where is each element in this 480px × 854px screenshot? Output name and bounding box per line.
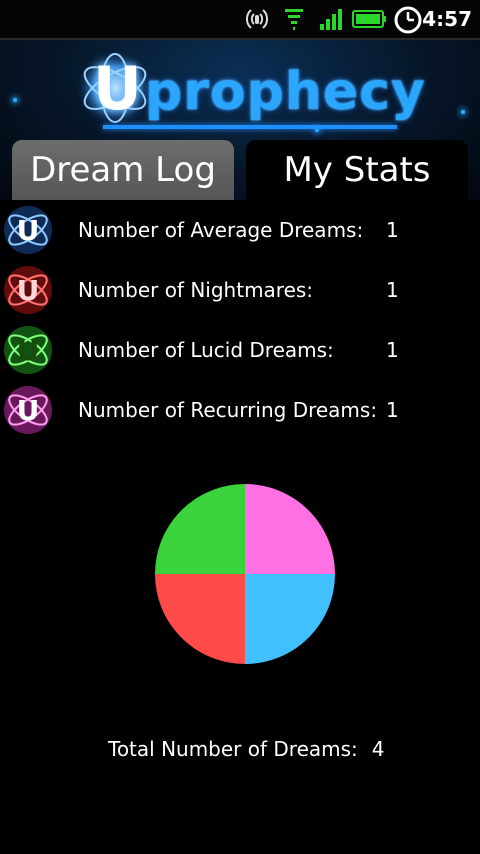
stat-value: 1 <box>386 398 399 422</box>
svg-text:U: U <box>17 334 40 367</box>
tab-label: My Stats <box>283 150 431 190</box>
stat-label: Number of Recurring Dreams: <box>78 398 378 422</box>
stat-label: Number of Nightmares: <box>78 278 314 302</box>
status-bar: 4:57 <box>0 0 480 40</box>
stat-row-average: U Number of Average Dreams: 1 <box>0 200 480 260</box>
battery-icon <box>352 10 386 28</box>
pie-slice-2 <box>245 574 335 664</box>
lucid-dream-icon: U <box>4 326 52 374</box>
total-label: Total Number of Dreams: <box>108 737 358 761</box>
sparkle-dot <box>461 110 465 114</box>
pie-slice-1 <box>245 484 335 574</box>
stat-value: 1 <box>386 338 399 362</box>
sparkle-dot <box>13 98 17 102</box>
pie-slice-3 <box>155 574 245 664</box>
average-dream-icon: U <box>4 206 52 254</box>
svg-text:U: U <box>17 394 40 427</box>
signal-icon <box>320 9 342 30</box>
tab-my-stats[interactable]: My Stats <box>246 140 468 200</box>
tab-label: Dream Log <box>30 150 216 190</box>
stat-label: Number of Lucid Dreams: <box>78 338 334 362</box>
total-dreams: Total Number of Dreams: 4 <box>108 737 385 761</box>
stat-value: 1 <box>386 218 399 242</box>
wifi-icon <box>285 9 303 30</box>
app-logo: U prophecy <box>75 48 425 138</box>
logo-underline <box>103 125 397 129</box>
recurring-dream-icon: U <box>4 386 52 434</box>
alarm-clock-icon <box>394 6 422 34</box>
nightmare-icon: U <box>4 266 52 314</box>
stat-row-lucid: U Number of Lucid Dreams: 1 <box>0 320 480 380</box>
hotspot-icon <box>245 9 269 29</box>
logo-text: prophecy <box>145 62 426 122</box>
stat-row-nightmares: U Number of Nightmares: 1 <box>0 260 480 320</box>
svg-text:U: U <box>17 214 40 247</box>
status-clock: 4:57 <box>422 7 472 31</box>
total-value: 4 <box>371 737 385 761</box>
logo-letter: U <box>93 54 142 124</box>
stat-value: 1 <box>386 278 399 302</box>
svg-text:U: U <box>17 274 40 307</box>
stat-row-recurring: U Number of Recurring Dreams: 1 <box>0 380 480 440</box>
dream-type-pie-chart <box>155 484 335 664</box>
tab-dream-log[interactable]: Dream Log <box>12 140 234 200</box>
pie-slice-4 <box>155 484 245 574</box>
stat-label: Number of Average Dreams: <box>78 218 364 242</box>
